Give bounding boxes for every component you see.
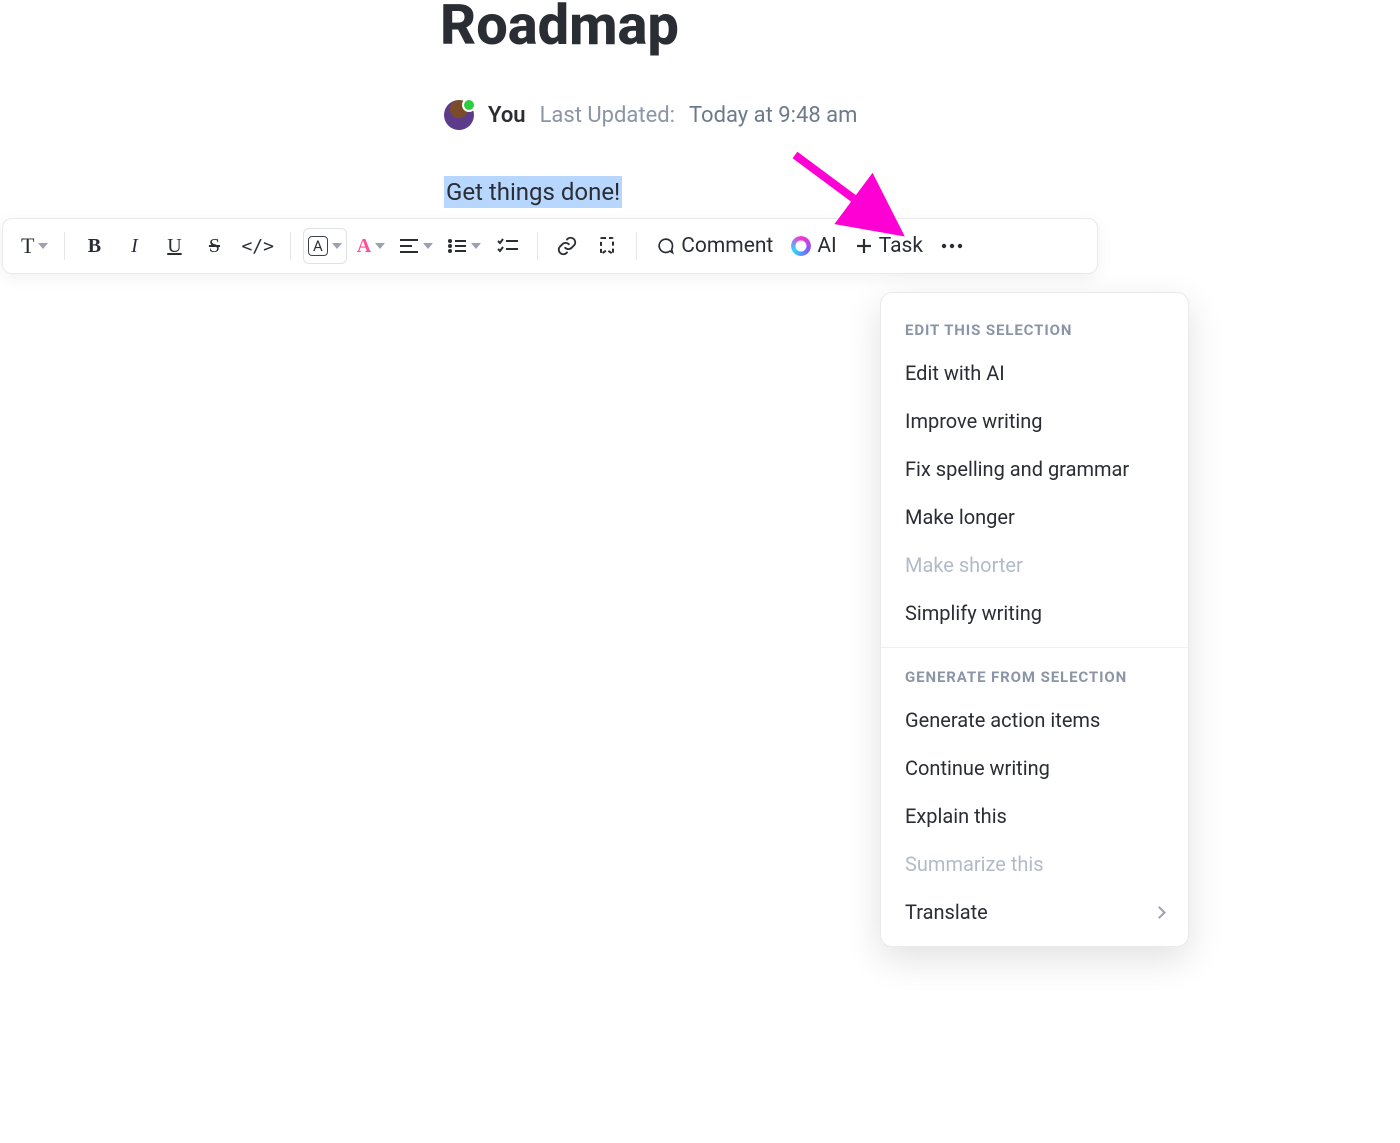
ai-button[interactable]: AI [785, 228, 842, 264]
link-button[interactable] [550, 228, 584, 264]
bookmark-icon [597, 235, 617, 257]
ai-icon [791, 236, 811, 256]
task-label: Task [879, 234, 923, 258]
checklist-button[interactable] [491, 228, 525, 264]
text-color-dropdown[interactable]: A [353, 228, 389, 264]
ai-explain-this[interactable]: Explain this [881, 792, 1188, 840]
strikethrough-button[interactable]: S [197, 228, 231, 264]
ai-generate-action-items[interactable]: Generate action items [881, 696, 1188, 744]
align-left-icon [399, 238, 419, 254]
divider [537, 232, 538, 260]
italic-button[interactable]: I [117, 228, 151, 264]
ai-section-generate-header: Generate from selection [881, 658, 1188, 696]
formatting-toolbar: T B I U S </> A A [2, 218, 1098, 274]
bookmark-button[interactable] [590, 228, 624, 264]
author-name: You [488, 103, 526, 128]
chevron-down-icon [423, 243, 433, 249]
ai-section-edit-header: Edit this selection [881, 311, 1188, 349]
bullet-list-icon [447, 238, 467, 254]
ai-simplify-writing[interactable]: Simplify writing [881, 589, 1188, 637]
ai-edit-with-ai[interactable]: Edit with AI [881, 349, 1188, 397]
bold-button[interactable]: B [77, 228, 111, 264]
chevron-down-icon [38, 243, 48, 249]
divider [290, 232, 291, 260]
ai-make-shorter[interactable]: Make shorter [881, 541, 1188, 589]
document-meta: You Last Updated: Today at 9:48 am [444, 100, 857, 130]
divider [636, 232, 637, 260]
comment-label: Comment [681, 234, 773, 258]
last-updated-value: Today at 9:48 am [689, 103, 857, 128]
divider [64, 232, 65, 260]
chevron-right-icon [1153, 906, 1166, 919]
underline-button[interactable]: U [157, 228, 191, 264]
highlight-icon: A [308, 236, 328, 256]
link-icon [556, 235, 578, 257]
more-icon [941, 243, 963, 249]
text-style-dropdown[interactable]: T [17, 228, 52, 264]
comment-icon [655, 236, 675, 256]
ai-make-longer[interactable]: Make longer [881, 493, 1188, 541]
ai-summarize-this[interactable]: Summarize this [881, 840, 1188, 888]
checklist-icon [497, 238, 519, 254]
last-updated-label: Last Updated: [540, 103, 675, 128]
selected-text[interactable]: Get things done! [444, 176, 622, 208]
text-style-icon: T [21, 233, 34, 259]
ai-translate[interactable]: Translate [881, 888, 1188, 936]
text-color-icon: A [357, 235, 371, 258]
ai-improve-writing[interactable]: Improve writing [881, 397, 1188, 445]
chevron-down-icon [375, 243, 385, 249]
list-dropdown[interactable] [443, 228, 485, 264]
avatar[interactable] [444, 100, 474, 130]
ai-continue-writing[interactable]: Continue writing [881, 744, 1188, 792]
comment-button[interactable]: Comment [649, 228, 779, 264]
chevron-down-icon [471, 243, 481, 249]
divider [881, 647, 1188, 648]
chevron-down-icon [332, 243, 342, 249]
align-dropdown[interactable] [395, 228, 437, 264]
ai-fix-spelling[interactable]: Fix spelling and grammar [881, 445, 1188, 493]
ai-translate-label: Translate [905, 900, 988, 924]
page-title: Roadmap [440, 0, 679, 58]
code-button[interactable]: </> [237, 228, 278, 264]
plus-icon [855, 237, 873, 255]
ai-dropdown-menu: Edit this selection Edit with AI Improve… [880, 292, 1189, 947]
highlight-color-dropdown[interactable]: A [303, 228, 347, 264]
task-button[interactable]: Task [849, 228, 929, 264]
ai-label: AI [817, 234, 836, 258]
more-button[interactable] [935, 228, 969, 264]
